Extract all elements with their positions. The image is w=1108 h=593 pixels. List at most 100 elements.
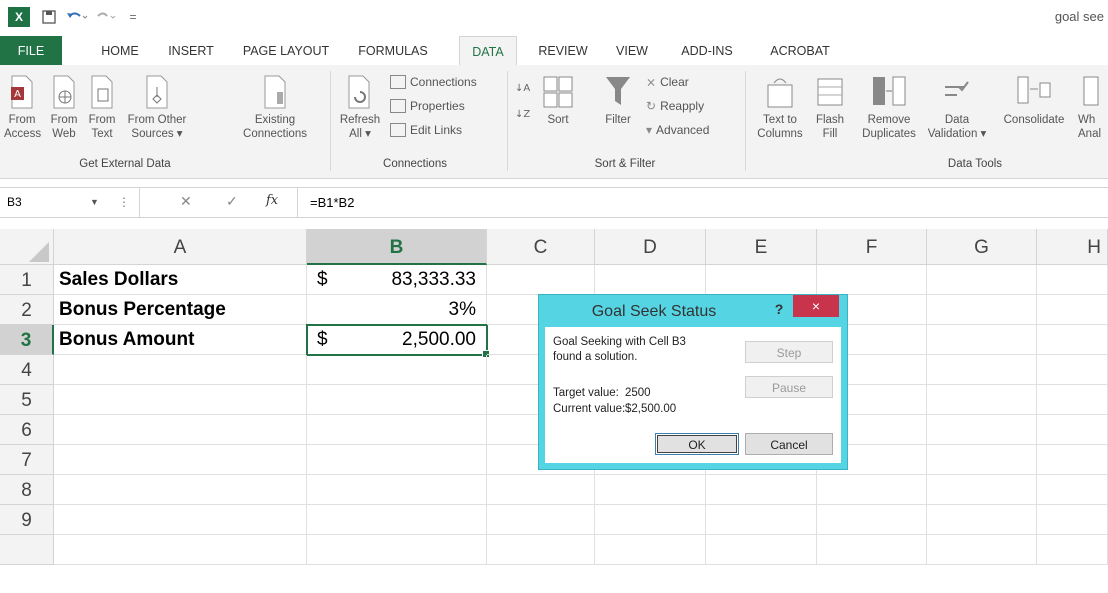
row-header-3[interactable]: 3 (0, 325, 54, 355)
flash-fill-button[interactable]: Flash Fill (812, 75, 848, 141)
empty-cell[interactable] (927, 475, 1037, 505)
empty-cell[interactable] (817, 475, 927, 505)
empty-cell[interactable] (1037, 535, 1108, 565)
empty-cell[interactable] (307, 415, 487, 445)
clear-button[interactable]: ⨯ Clear (646, 75, 689, 89)
tab-home[interactable]: HOME (92, 36, 148, 65)
empty-cell[interactable] (1037, 295, 1108, 325)
reapply-button[interactable]: ↻ Reapply (646, 99, 704, 113)
empty-cell[interactable] (927, 445, 1037, 475)
text-to-columns-button[interactable]: Text to Columns (752, 75, 808, 141)
column-header-d[interactable]: D (595, 229, 706, 265)
empty-cell[interactable] (595, 475, 706, 505)
from-access-button[interactable]: A From Access (4, 75, 41, 141)
row-header-7[interactable]: 7 (0, 445, 54, 475)
empty-cell[interactable] (307, 445, 487, 475)
empty-cell[interactable] (927, 535, 1037, 565)
empty-cell[interactable] (54, 385, 307, 415)
name-box[interactable]: B3 ▼ ⋮ (0, 188, 140, 217)
empty-cell[interactable] (307, 385, 487, 415)
tab-acrobat[interactable]: ACROBAT (760, 36, 840, 65)
empty-cell[interactable] (1037, 475, 1108, 505)
tab-file[interactable]: FILE (0, 36, 62, 65)
empty-cell[interactable] (1037, 325, 1108, 355)
row-header-6[interactable]: 6 (0, 415, 54, 445)
cancel-entry-icon[interactable]: ✕ (180, 193, 192, 210)
data-validation-button[interactable]: Data Validation ▾ (922, 75, 992, 141)
cell-b2[interactable]: 3% (307, 295, 487, 325)
empty-cell[interactable] (927, 355, 1037, 385)
tab-insert[interactable]: INSERT (158, 36, 224, 65)
empty-cell[interactable] (927, 415, 1037, 445)
close-button[interactable]: × (793, 295, 839, 317)
customize-qat-icon[interactable]: = (126, 7, 140, 27)
tab-review[interactable]: REVIEW (528, 36, 598, 65)
excel-logo-icon[interactable]: X (8, 7, 30, 27)
column-header-g[interactable]: G (927, 229, 1037, 265)
empty-cell[interactable] (1037, 445, 1108, 475)
column-header-h[interactable]: H (1037, 229, 1108, 265)
row-header-1[interactable]: 1 (0, 265, 54, 295)
empty-cell[interactable] (1037, 265, 1108, 295)
pause-button[interactable]: Pause (745, 376, 833, 398)
empty-cell[interactable] (54, 415, 307, 445)
empty-cell[interactable] (927, 295, 1037, 325)
empty-cell[interactable] (54, 505, 307, 535)
cancel-button[interactable]: Cancel (745, 433, 833, 455)
empty-cell[interactable] (54, 535, 307, 565)
empty-cell[interactable] (487, 505, 595, 535)
empty-cell[interactable] (307, 505, 487, 535)
row-header-8[interactable]: 8 (0, 475, 54, 505)
empty-cell[interactable] (927, 265, 1037, 295)
cell-b1[interactable]: $ 83,333.33 (307, 265, 487, 295)
empty-cell[interactable] (595, 505, 706, 535)
empty-cell[interactable] (1037, 355, 1108, 385)
insert-function-icon[interactable]: fx (266, 193, 278, 208)
sort-button[interactable]: Sort (538, 75, 578, 127)
dialog-title[interactable]: Goal Seek Status (539, 295, 769, 327)
empty-cell[interactable] (307, 355, 487, 385)
empty-cell[interactable] (595, 535, 706, 565)
edit-links-button[interactable]: Edit Links (390, 123, 462, 137)
connections-button[interactable]: Connections (390, 75, 477, 89)
empty-cell[interactable] (595, 265, 706, 295)
remove-duplicates-button[interactable]: Remove Duplicates (856, 75, 922, 141)
what-if-analysis-button[interactable]: Wh Anal (1074, 75, 1108, 141)
empty-cell[interactable] (487, 265, 595, 295)
row-header-5[interactable]: 5 (0, 385, 54, 415)
from-web-button[interactable]: From Web (46, 75, 82, 141)
empty-cell[interactable] (817, 535, 927, 565)
empty-cell[interactable] (817, 505, 927, 535)
empty-cell[interactable] (706, 265, 817, 295)
empty-cell[interactable] (487, 535, 595, 565)
empty-cell[interactable] (487, 475, 595, 505)
tab-data[interactable]: DATA (459, 36, 517, 66)
empty-cell[interactable] (817, 265, 927, 295)
empty-cell[interactable] (54, 355, 307, 385)
tab-page-layout[interactable]: PAGE LAYOUT (236, 36, 336, 65)
sort-az-button[interactable]: ↓A ↓Z (512, 77, 532, 129)
column-header-a[interactable]: A (54, 229, 307, 265)
tab-view[interactable]: VIEW (608, 36, 656, 65)
empty-cell[interactable] (54, 445, 307, 475)
empty-cell[interactable] (307, 475, 487, 505)
empty-cell[interactable] (706, 475, 817, 505)
from-text-button[interactable]: From Text (84, 75, 120, 141)
empty-cell[interactable] (927, 505, 1037, 535)
empty-cell[interactable] (927, 325, 1037, 355)
row-header-9[interactable]: 9 (0, 505, 54, 535)
empty-cell[interactable] (706, 505, 817, 535)
confirm-entry-icon[interactable]: ✓ (226, 193, 238, 210)
row-header-4[interactable]: 4 (0, 355, 54, 385)
from-other-sources-button[interactable]: From Other Sources ▾ (122, 75, 192, 141)
cell-a1[interactable]: Sales Dollars (54, 265, 307, 295)
row-header-2[interactable]: 2 (0, 295, 54, 325)
column-header-e[interactable]: E (706, 229, 817, 265)
tab-add-ins[interactable]: ADD-INS (666, 36, 748, 65)
advanced-button[interactable]: ▾ Advanced (646, 123, 709, 137)
existing-connections-button[interactable]: Existing Connections (240, 75, 310, 141)
undo-icon[interactable] (64, 7, 90, 27)
step-button[interactable]: Step (745, 341, 833, 363)
column-header-b[interactable]: B (307, 229, 487, 265)
properties-button[interactable]: Properties (390, 99, 465, 113)
